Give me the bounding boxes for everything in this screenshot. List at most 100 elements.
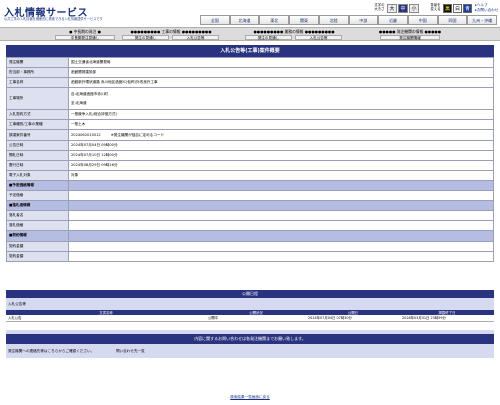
table-row: 入札公告 公開中 2024年07月04日 07時30分 2026年03月31日 … bbox=[6, 315, 494, 322]
contact-link[interactable]: ▸お問い合わせ bbox=[475, 8, 498, 13]
detail-value bbox=[68, 210, 494, 222]
detail-group-row: ■契約情報 bbox=[6, 230, 494, 242]
region-tab-kinki[interactable]: 近畿 bbox=[378, 15, 408, 25]
detail-note: ※発注機関が独自に定めるコード bbox=[110, 132, 165, 137]
detail-key: 契約金額 bbox=[6, 240, 69, 252]
text-size-large-button[interactable]: 大 bbox=[387, 4, 397, 13]
detail-key: 調達案件番号 bbox=[6, 129, 69, 141]
detail-value-text: 函館新外環状道路 赤川地区函館IC(仮称)外改良外工事 bbox=[71, 80, 158, 85]
publication-status: 公開中 bbox=[206, 315, 306, 322]
detail-value bbox=[68, 240, 494, 252]
nav-agency-info[interactable]: 発注機関情報 bbox=[380, 35, 440, 40]
attachment-label: 入札公告等 bbox=[6, 298, 494, 310]
contact-list-link[interactable]: 問い合わせ先一覧 bbox=[116, 344, 145, 358]
detail-value: 2024年07月04日 09時00分 bbox=[68, 139, 494, 151]
color-blue-button[interactable]: 青 bbox=[463, 4, 472, 13]
site-subtitle: 公共工事の入札情報を横断的に検索できる入札情報提供サービスです bbox=[4, 17, 103, 21]
detail-value: 2024年08月29日 09時16分 bbox=[68, 159, 494, 171]
detail-value: 2024062010012 ※発注機関が独自に定めるコード bbox=[68, 129, 494, 141]
detail-value: 一般競争入札(総合評価方式) bbox=[68, 109, 494, 121]
detail-value: 函館新外環状道路 赤川地区函館IC(仮称)外改良外工事 bbox=[68, 77, 494, 89]
detail-row: 入札契約方式 一般競争入札(総合評価方式) bbox=[6, 109, 494, 121]
text-size-small-button[interactable]: 小 bbox=[409, 4, 419, 13]
detail-value: 一般土木 bbox=[68, 119, 494, 131]
detail-value-text: 一般競争入札(総合評価方式) bbox=[71, 112, 117, 117]
detail-value: 対象 bbox=[68, 169, 494, 181]
detail-table: 発注機関 国土交通省北海道開発局 担当部・事務所 函館開発建設部 工事名称 函館新外環状道… bbox=[6, 56, 494, 262]
contact-section: 内容に関するお問い合わせは各発注機関までお願い致します。 発注機関への連絡先等は… bbox=[6, 334, 494, 358]
region-tab-shikoku[interactable]: 四国 bbox=[437, 15, 468, 25]
detail-value-text: 至:北海道 bbox=[71, 100, 87, 105]
publication-start: 2024年07月04日 07時30分 bbox=[306, 315, 400, 322]
contact-text: 発注機関への連絡先等はこちらからご確認ください。 bbox=[8, 349, 95, 353]
nav-construction-notices[interactable]: 入札公告等 bbox=[172, 35, 219, 40]
nav-longterm-outlook[interactable]: 中長期発注見通し bbox=[55, 35, 115, 40]
color-white-button[interactable]: 白 bbox=[453, 4, 462, 13]
nav-group-construction: ●●●●●●●●● 工事の情報 ●●●●●●●●● 発注の見通し 入札公告等 bbox=[122, 29, 220, 41]
detail-key: 予定価格 bbox=[6, 190, 69, 202]
nav-group-agency: ●●●●● 発注機関の情報 ●●●●● 発注機関情報 bbox=[370, 29, 450, 41]
detail-row: 契約金額 bbox=[6, 240, 494, 252]
detail-key: 工事場所 bbox=[6, 87, 69, 111]
detail-value-text: 自:北海道函館市赤川町 bbox=[71, 91, 109, 96]
region-tab-kanto[interactable]: 関東 bbox=[289, 15, 319, 25]
detail-key: ■落札者情報 bbox=[6, 200, 69, 212]
nav-group-longterm: ● 中長期の発注 ● 中長期発注見通し bbox=[55, 29, 115, 41]
detail-value: 国土交通省北海道開発局 bbox=[68, 56, 494, 69]
detail-row: 公告日時 2024年07月04日 09時00分 bbox=[6, 139, 494, 151]
category-nav: ● 中長期の発注 ● 中長期発注見通し ●●●●●●●●● 工事の情報 ●●●●… bbox=[0, 27, 500, 41]
detail-row: 発注機関 国土交通省北海道開発局 bbox=[6, 56, 494, 69]
detail-value: 函館開発建設部 bbox=[68, 67, 494, 79]
text-size-control: 文字の 大きさ 大 中 小 bbox=[373, 3, 423, 15]
detail-value-text: 対象 bbox=[71, 172, 79, 177]
text-size-medium-button[interactable]: 中 bbox=[398, 4, 408, 13]
text-size-label: 文字の 大きさ bbox=[373, 3, 386, 11]
detail-row: 開札日時 2024年07月10日 12時00分 bbox=[6, 149, 494, 161]
detail-row: 落札価格 bbox=[6, 220, 494, 232]
color-black-button[interactable]: 黒 bbox=[443, 4, 452, 13]
detail-key: 電子入札対象 bbox=[6, 169, 69, 181]
region-tab-hokkaido[interactable]: 北海道 bbox=[229, 15, 260, 25]
detail-row: 契約金額 bbox=[6, 250, 494, 262]
nav-services-notices[interactable]: 入札公告等 bbox=[295, 35, 342, 40]
detail-key: 公告日時 bbox=[6, 139, 69, 151]
detail-row: 予定価格 bbox=[6, 190, 494, 202]
detail-value bbox=[68, 220, 494, 232]
case-summary: 入札公告等(工事)案件概要 発注機関 国土交通省北海道開発局 担当部・事務所 函館開発… bbox=[6, 45, 494, 262]
region-tab-chugoku[interactable]: 中国 bbox=[407, 15, 438, 25]
detail-value-text: 国土交通省北海道開発局 bbox=[71, 60, 111, 65]
detail-value bbox=[68, 190, 494, 202]
background-color-control: 背景を 変える 黒 白 青 bbox=[429, 3, 472, 15]
detail-key: 落札者名 bbox=[6, 210, 69, 222]
region-tab-chubu[interactable]: 中部 bbox=[348, 15, 379, 25]
publication-end: 2026年03月31日 23時59分 bbox=[400, 315, 494, 322]
detail-row: 担当部・事務所 函館開発建設部 bbox=[6, 67, 494, 79]
back-to-results-link[interactable]: 検索結果一覧画面に戻る bbox=[0, 395, 500, 400]
document-name-link[interactable]: 入札公告 bbox=[6, 315, 206, 322]
detail-group-row: ■落札者情報 bbox=[6, 200, 494, 212]
detail-key: 落札価格 bbox=[6, 220, 69, 232]
contact-title: 内容に関するお問い合わせは各発注機関までお願い致します。 bbox=[6, 334, 494, 344]
region-tab-hokuriku[interactable]: 北陸 bbox=[318, 15, 349, 25]
text-size-label-line2: 大きさ bbox=[374, 7, 385, 11]
detail-key: ■契約情報 bbox=[6, 230, 69, 242]
nav-group-title: ●●●●● 発注機関の情報 ●●●●● bbox=[378, 29, 442, 34]
detail-value bbox=[68, 230, 494, 242]
contact-row: 発注機関への連絡先等はこちらからご確認ください。 問い合わせ先一覧 bbox=[6, 344, 494, 358]
nav-construction-outlook[interactable]: 発注の見通し bbox=[122, 35, 169, 40]
region-tab-kyushu-okinawa[interactable]: 九州・沖縄 bbox=[467, 15, 498, 25]
detail-value-text: 2024年07月10日 12時00分 bbox=[71, 152, 118, 157]
detail-value-text: 2024062010012 bbox=[71, 132, 101, 137]
detail-value-text: 2024年08月29日 09時16分 bbox=[71, 162, 118, 167]
region-nav: 全国 北海道 東北 関東 北陸 中部 近畿 中国 四国 九州・沖縄 bbox=[200, 15, 498, 25]
color-label: 背景を 変える bbox=[429, 3, 442, 11]
detail-value bbox=[68, 250, 494, 262]
region-tab-tohoku[interactable]: 東北 bbox=[259, 15, 290, 25]
nav-services-outlook[interactable]: 発注の見通し bbox=[245, 35, 292, 40]
detail-row: 工事名称 函館新外環状道路 赤川地区函館IC(仮称)外改良外工事 bbox=[6, 77, 494, 89]
publication-title: 公開日程 bbox=[6, 290, 494, 298]
detail-row: 工事場所 自:北海道函館市赤川町 至:北海道 bbox=[6, 87, 494, 111]
nav-group-services: ●●●●●●●●● 業務の情報 ●●●●●●●●● 発注の見通し 入札公告等 bbox=[245, 29, 343, 41]
detail-key: 工事種別/工事の業種 bbox=[6, 119, 69, 131]
region-tab-national[interactable]: 全国 bbox=[200, 15, 230, 25]
